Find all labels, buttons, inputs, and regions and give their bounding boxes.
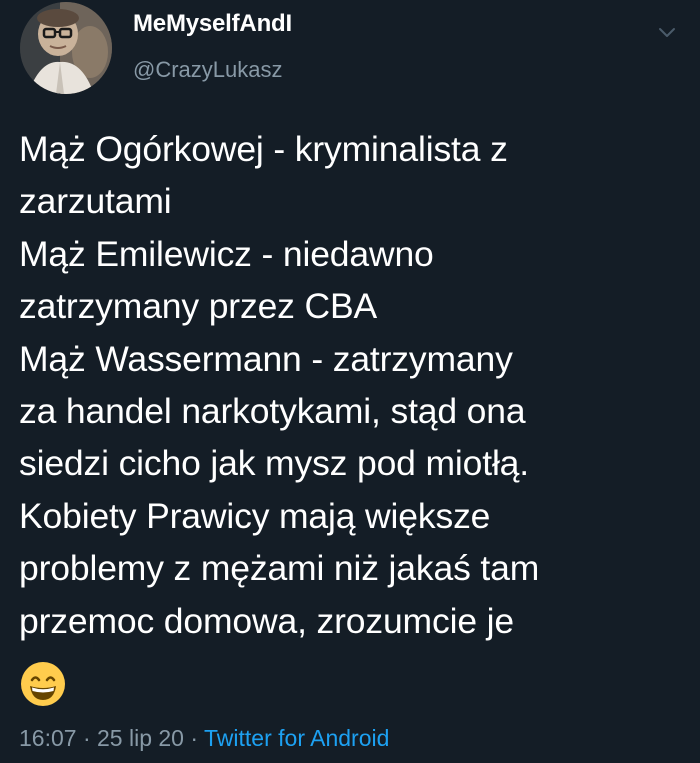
meta-separator: · xyxy=(190,725,199,751)
tweet: MeMyselfAndI @CrazyLukasz Mąż Ogórkowej … xyxy=(0,0,700,763)
tweet-time: 16:07 xyxy=(19,725,77,751)
avatar[interactable] xyxy=(20,2,112,94)
tweet-line: Kobiety Prawicy mają większe xyxy=(19,495,491,536)
tweet-line: przemoc domowa, zrozumcie je xyxy=(19,600,514,641)
tweet-meta: 16:07 · 25 lip 20 · Twitter for Android xyxy=(19,725,389,752)
tweet-line: zatrzymany przez CBA xyxy=(19,286,378,327)
meta-separator: · xyxy=(82,725,91,751)
tweet-line: problemy z mężami niż jakaś tam xyxy=(19,548,540,589)
avatar-image xyxy=(20,2,112,94)
tweet-line: zarzutami xyxy=(19,181,172,222)
tweet-line: za handel narkotykami, stąd ona xyxy=(19,391,526,432)
grinning-face-with-smiling-eyes-icon xyxy=(19,660,67,708)
tweet-text: Mąż Ogórkowej - kryminalista z zarzutami… xyxy=(19,123,689,647)
tweet-line: Mąż Emilewicz - niedawno xyxy=(19,233,434,274)
tweet-source-link[interactable]: Twitter for Android xyxy=(204,725,389,751)
chevron-down-icon[interactable] xyxy=(656,22,678,42)
tweet-line: siedzi cicho jak mysz pod miotłą. xyxy=(19,443,529,484)
display-name[interactable]: MeMyselfAndI xyxy=(133,10,292,38)
tweet-line: Mąż Wassermann - zatrzymany xyxy=(19,338,513,379)
tweet-line: Mąż Ogórkowej - kryminalista z xyxy=(19,129,508,169)
user-handle[interactable]: @CrazyLukasz xyxy=(133,57,283,83)
tweet-date: 25 lip 20 xyxy=(97,725,184,751)
